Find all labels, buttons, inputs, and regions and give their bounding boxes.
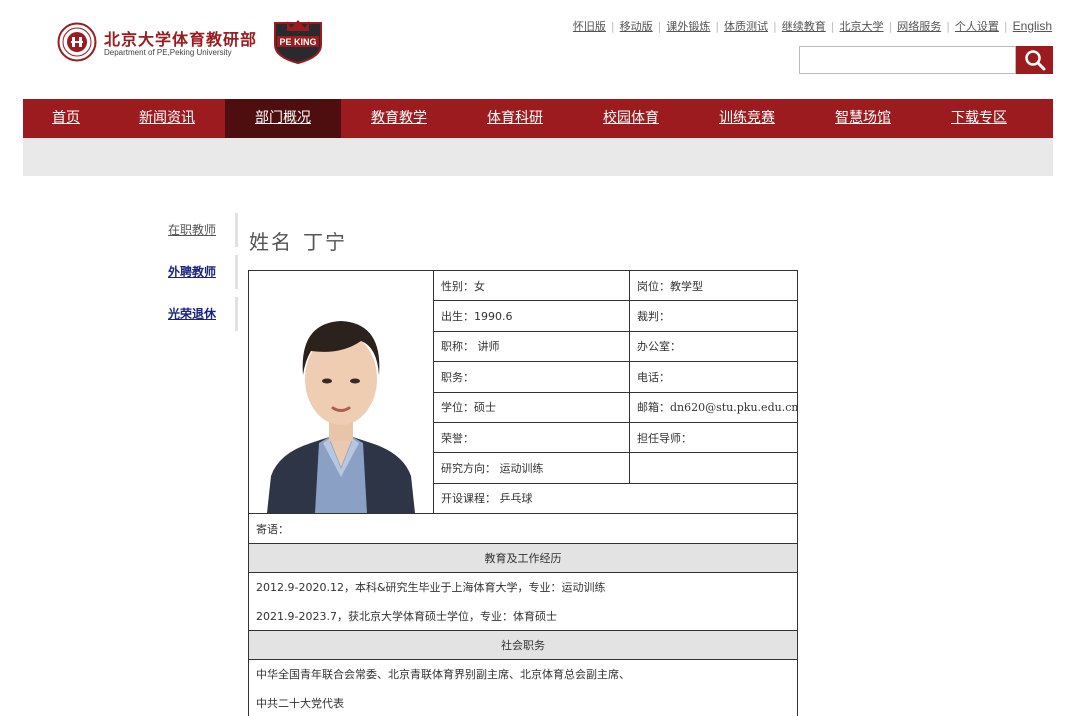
gender-cell: 性别：女 xyxy=(433,269,630,302)
nav-item-downloads[interactable]: 下载专区 xyxy=(921,99,1037,138)
social-line: 中华全国青年联合会常委、北京青联体育界别副主席、北京体育总会副主席、 xyxy=(248,659,798,689)
top-link-network[interactable]: 网络服务 xyxy=(897,18,941,34)
side-item-current-faculty: 在职教师 xyxy=(150,213,238,247)
pe-king-logo-icon: PE KING xyxy=(274,20,322,64)
sub-nav-bar xyxy=(23,138,1053,176)
nav-item-research[interactable]: 体育科研 xyxy=(457,99,573,138)
research-value: 运动训练 xyxy=(499,461,544,475)
course-cell: 开设课程： 乒乓球 xyxy=(433,482,798,515)
top-link-fitness-test[interactable]: 体质测试 xyxy=(724,18,768,34)
nav-item-training[interactable]: 训练竞赛 xyxy=(689,99,805,138)
top-link-continuing-ed[interactable]: 继续教育 xyxy=(782,18,826,34)
referee-cell: 裁判： xyxy=(629,300,798,332)
motto-cell: 寄语： xyxy=(248,513,798,544)
photo-cell xyxy=(248,270,434,514)
research-cell: 研究方向： 运动训练 xyxy=(433,452,630,484)
top-link-pku[interactable]: 北京大学 xyxy=(839,18,883,34)
phone-cell: 电话： xyxy=(629,361,798,393)
education-line: 2012.9-2020.12，本科&研究生毕业于上海体育大学，专业：运动训练 xyxy=(248,572,798,602)
email-cell: 邮箱：dn620@stu.pku.edu.cn xyxy=(629,391,798,423)
pku-logo-icon[interactable] xyxy=(57,22,97,62)
search-icon xyxy=(1024,50,1045,71)
social-section-header: 社会职务 xyxy=(248,630,798,660)
svg-text:PE KING: PE KING xyxy=(279,37,316,47)
education-section-header: 教育及工作经历 xyxy=(248,543,798,573)
side-menu: 在职教师 外聘教师 光荣退休 xyxy=(150,213,238,339)
table-row: 2012.9-2020.12，本科&研究生毕业于上海体育大学，专业：运动训练 xyxy=(248,572,798,602)
table-row: 中共二十大党代表 xyxy=(248,688,798,716)
title-value: 讲师 xyxy=(477,340,500,354)
nav-item-campus-sports[interactable]: 校园体育 xyxy=(573,99,689,138)
post-value: 教学型 xyxy=(670,279,703,293)
table-row: 2021.9-2023.7，获北京大学体育硕士学位，专业：体育硕士 xyxy=(248,601,798,631)
site-header: 北京大学体育教研部 Department of PE,Peking Univer… xyxy=(0,0,1080,98)
social-line: 中共二十大党代表 xyxy=(248,688,798,716)
honor-cell: 荣誉： xyxy=(433,421,630,454)
search-input[interactable] xyxy=(799,46,1016,74)
nav-item-home[interactable]: 首页 xyxy=(23,99,109,138)
main-nav: 首页 新闻资讯 部门概况 教育教学 体育科研 校园体育 训练竞赛 智慧场馆 下载… xyxy=(23,99,1053,138)
nav-item-news[interactable]: 新闻资讯 xyxy=(109,99,225,138)
top-link-exercise[interactable]: 课外锻炼 xyxy=(666,18,710,34)
degree-cell: 学位：硕士 xyxy=(433,391,630,423)
page-title: 姓名 丁宁 xyxy=(249,226,347,255)
nav-item-venues[interactable]: 智慧场馆 xyxy=(805,99,921,138)
top-link-classic[interactable]: 怀旧版 xyxy=(573,18,606,34)
degree-value: 硕士 xyxy=(474,401,496,415)
post-cell: 岗位：教学型 xyxy=(629,269,798,302)
supervisor-cell: 担任导师： xyxy=(629,421,798,454)
name-value: 丁宁 xyxy=(303,230,347,254)
table-row: 社会职务 xyxy=(248,630,798,660)
nav-item-about[interactable]: 部门概况 xyxy=(225,99,341,138)
top-link-settings[interactable]: 个人设置 xyxy=(955,18,999,34)
top-links: 怀旧版 | 移动版 | 课外锻炼 | 体质测试 | 继续教育 | 北京大学 | 网络服务 | … xyxy=(572,18,1052,34)
side-link-retired[interactable]: 光荣退休 xyxy=(168,307,216,321)
table-row: 性别：女 岗位：教学型 xyxy=(248,269,798,514)
title-cell: 职称： 讲师 xyxy=(433,330,630,363)
gender-value: 女 xyxy=(474,279,485,293)
table-row: 教育及工作经历 xyxy=(248,543,798,573)
site-name-english: Department of PE,Peking University xyxy=(104,48,232,57)
side-item-external-faculty: 外聘教师 xyxy=(150,255,238,289)
birth-value: 1990.6 xyxy=(474,310,513,324)
side-link-current-faculty[interactable]: 在职教师 xyxy=(168,223,216,237)
table-row: 中华全国青年联合会常委、北京青联体育界别副主席、北京体育总会副主席、 xyxy=(248,659,798,689)
table-row: 寄语： xyxy=(248,513,798,544)
birth-cell: 出生：1990.6 xyxy=(433,300,630,332)
portrait-photo xyxy=(249,271,433,513)
top-link-english[interactable]: English xyxy=(1013,19,1052,33)
education-line: 2021.9-2023.7，获北京大学体育硕士学位，专业：体育硕士 xyxy=(248,601,798,631)
profile-table: 性别：女 岗位：教学型 出生：1990.6 裁判： 职称： 讲师 办公室： 职务… xyxy=(248,269,798,716)
side-item-retired: 光荣退休 xyxy=(150,297,238,331)
side-link-external-faculty[interactable]: 外聘教师 xyxy=(168,265,216,279)
nav-item-teaching[interactable]: 教育教学 xyxy=(341,99,457,138)
name-label: 姓名 xyxy=(249,230,293,254)
site-name: 北京大学体育教研部 xyxy=(104,30,258,49)
office-cell: 办公室： xyxy=(629,330,798,363)
duty-cell: 职务： xyxy=(433,361,630,393)
top-link-mobile[interactable]: 移动版 xyxy=(620,18,653,34)
course-value: 乒乓球 xyxy=(499,492,533,506)
empty-cell xyxy=(629,452,798,484)
email-value[interactable]: dn620@stu.pku.edu.cn xyxy=(670,401,797,414)
search-button[interactable] xyxy=(1016,46,1053,74)
